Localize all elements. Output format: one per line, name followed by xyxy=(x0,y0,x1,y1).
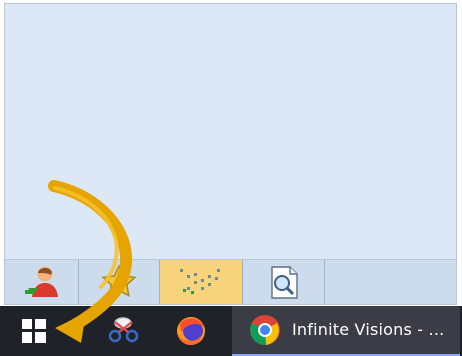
taskbar-chrome-window-button[interactable]: Infinite Visions - ... xyxy=(232,306,460,356)
star-icon xyxy=(101,264,137,297)
toolbar-search-button[interactable] xyxy=(243,260,325,304)
snipping-tool-icon xyxy=(108,317,139,343)
chrome-icon xyxy=(250,315,280,346)
firefox-icon xyxy=(177,317,205,345)
bottom-toolbar xyxy=(5,259,456,304)
user-icon xyxy=(24,266,58,297)
windows-taskbar: Infinite Visions - ... xyxy=(0,306,462,356)
start-button[interactable] xyxy=(0,306,72,356)
application-client-area xyxy=(5,4,456,259)
magnifier-document-icon xyxy=(270,266,298,299)
application-window xyxy=(4,3,457,305)
taskbar-snipping-tool-button[interactable] xyxy=(72,306,164,356)
toolbar-dots-button[interactable] xyxy=(160,260,243,304)
dots-arrow-icon xyxy=(180,269,220,294)
windows-logo-icon xyxy=(22,319,46,343)
taskbar-firefox-button[interactable] xyxy=(164,306,226,356)
chrome-window-title: Infinite Visions - ... xyxy=(292,320,445,339)
screenshot-stage: Infinite Visions - ... xyxy=(0,0,462,356)
toolbar-user-button[interactable] xyxy=(5,260,79,304)
toolbar-star-button[interactable] xyxy=(79,260,160,304)
